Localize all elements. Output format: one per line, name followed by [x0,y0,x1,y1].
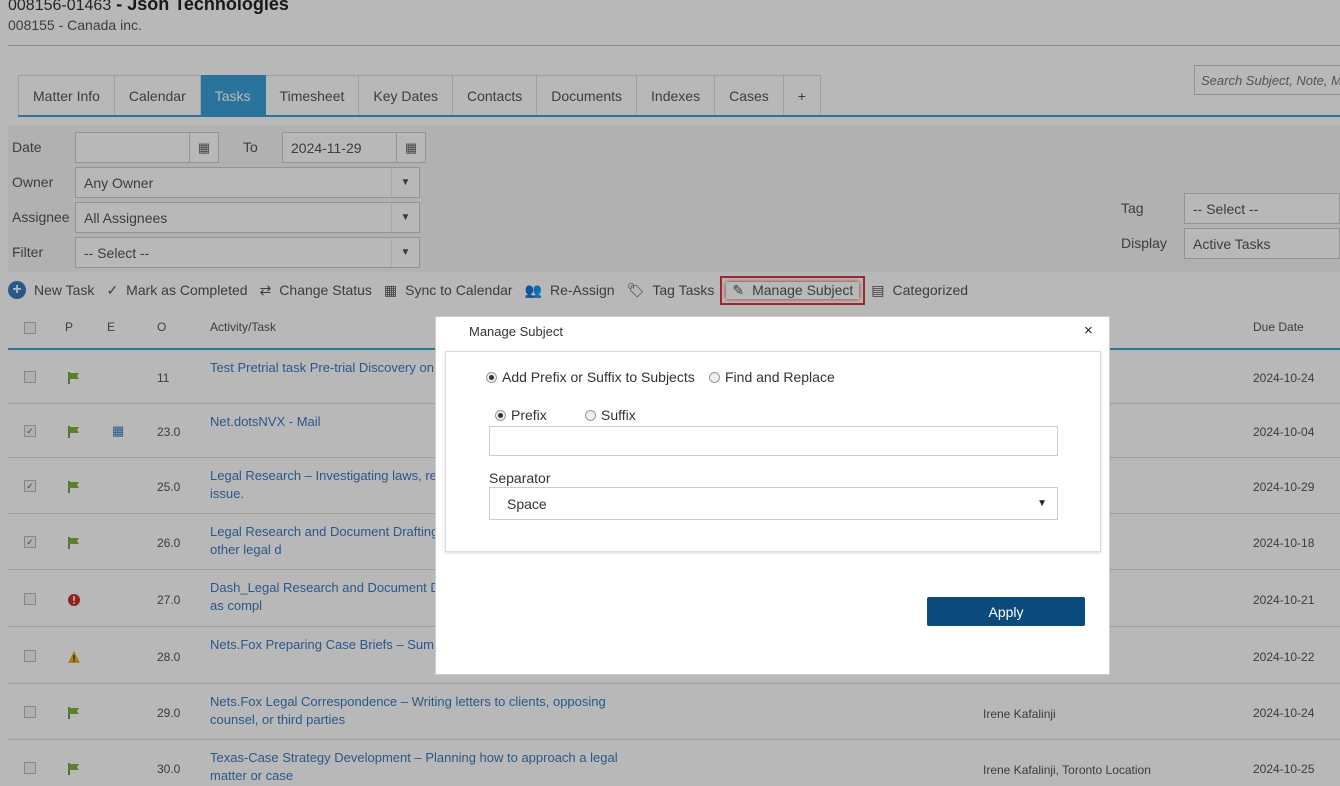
add-prefix-suffix-radio[interactable]: Add Prefix or Suffix to Subjects [486,369,695,385]
find-replace-label: Find and Replace [725,369,835,385]
separator-value: Space [507,495,547,512]
chevron-down-icon: ▼ [1037,498,1047,509]
manage-subject-dialog: Manage Subject × Add Prefix or Suffix to… [435,316,1110,675]
find-replace-radio[interactable]: Find and Replace [709,369,835,385]
radio-selected-icon [495,409,506,421]
suffix-label: Suffix [601,407,636,423]
apply-button[interactable]: Apply [927,597,1085,626]
page: 008156-01463 - Json Technologies 008155 … [0,0,1340,786]
radio-icon [709,371,720,383]
radio-selected-icon [486,371,497,383]
separator-label: Separator [489,470,551,486]
radio-icon [585,409,596,421]
suffix-radio[interactable]: Suffix [585,407,636,423]
add-prefix-suffix-label: Add Prefix or Suffix to Subjects [502,369,695,385]
prefix-text-input[interactable] [489,426,1058,456]
dialog-form: Add Prefix or Suffix to Subjects Find an… [445,351,1101,552]
prefix-label: Prefix [511,407,547,423]
close-icon[interactable]: × [1084,322,1093,339]
separator-select[interactable]: Space ▼ [489,487,1058,520]
dialog-title: Manage Subject [469,324,563,339]
prefix-radio[interactable]: Prefix [495,407,547,423]
